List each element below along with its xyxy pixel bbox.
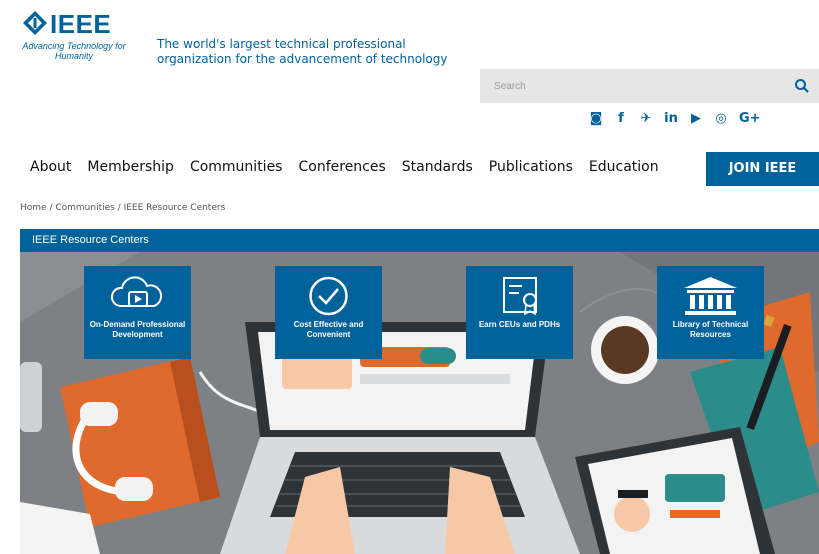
youtube-icon[interactable]: ▶ bbox=[689, 111, 703, 126]
certificate-icon bbox=[503, 277, 537, 316]
googleplus-icon[interactable]: G+ bbox=[739, 111, 761, 126]
tile-label: On-Demand Professional Development bbox=[89, 320, 186, 339]
nav-education[interactable]: Education bbox=[589, 159, 659, 175]
library-building-icon bbox=[684, 277, 737, 315]
section-title: IEEE Resource Centers bbox=[32, 234, 149, 246]
facebook-icon[interactable]: f bbox=[614, 111, 628, 126]
tile-on-demand[interactable]: On-Demand Professional Development bbox=[84, 266, 191, 359]
main-nav: About Membership Communities Conferences… bbox=[30, 159, 659, 175]
twitter-icon[interactable]: ✈ bbox=[639, 111, 653, 126]
rss-icon[interactable]: ◎ bbox=[714, 111, 728, 126]
tile-label: Earn CEUs and PDHs bbox=[478, 320, 561, 329]
section-banner: IEEE Resource Centers bbox=[20, 229, 819, 252]
checkmark-circle-icon bbox=[309, 276, 348, 316]
hero-illustration: On-Demand Professional Development Cost … bbox=[20, 252, 819, 554]
logo-wordmark: IEEE bbox=[50, 9, 112, 39]
nav-about[interactable]: About bbox=[30, 159, 71, 175]
nav-standards[interactable]: Standards bbox=[402, 159, 473, 175]
search-icon[interactable] bbox=[793, 77, 811, 95]
cloud-play-icon bbox=[111, 276, 163, 307]
tile-cost-effective[interactable]: Cost Effective and Convenient bbox=[275, 266, 382, 359]
breadcrumb[interactable]: Home / Communities / IEEE Resource Cente… bbox=[20, 203, 225, 213]
nav-conferences[interactable]: Conferences bbox=[298, 159, 385, 175]
tile-earn-ceus[interactable]: Earn CEUs and PDHs bbox=[466, 266, 573, 359]
logo-tagline: Advancing Technology for Humanity bbox=[22, 41, 126, 61]
search-input[interactable] bbox=[494, 77, 774, 95]
linkedin-icon[interactable]: in bbox=[664, 111, 678, 126]
instagram-icon[interactable]: ◙ bbox=[589, 111, 603, 126]
nav-publications[interactable]: Publications bbox=[489, 159, 573, 175]
site-tagline: The world's largest technical profession… bbox=[157, 37, 448, 66]
ieee-logo[interactable]: IEEE Advancing Technology for Humanity bbox=[20, 8, 130, 68]
nav-communities[interactable]: Communities bbox=[190, 159, 283, 175]
social-links: ◙ f ✈ in ▶ ◎ G+ bbox=[589, 109, 761, 127]
nav-membership[interactable]: Membership bbox=[87, 159, 174, 175]
tile-library[interactable]: Library of Technical Resources bbox=[657, 266, 764, 359]
ieee-diamond-icon bbox=[23, 11, 47, 35]
tile-label: Library of Technical Resources bbox=[672, 320, 749, 339]
search-bar bbox=[480, 69, 819, 103]
tile-label: Cost Effective and Convenient bbox=[293, 320, 364, 339]
join-ieee-button[interactable]: JOIN IEEE bbox=[706, 152, 819, 186]
